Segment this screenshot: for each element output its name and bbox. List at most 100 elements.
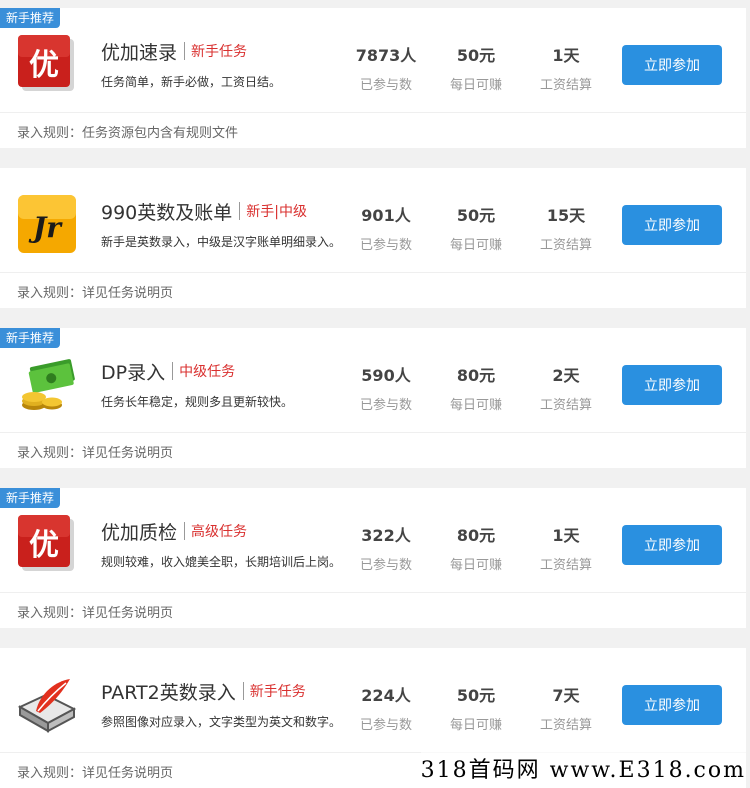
task-description: 参照图像对应录入，文字类型为英文和数字。 [101, 715, 342, 729]
join-button[interactable]: 立即参加 [622, 205, 722, 245]
task-level: 新手|中级 [246, 204, 307, 220]
task-card: 新手推荐 优 优加质检 高级任务 规则较难，收入媲美全职，长期培训后上岗。 32… [0, 488, 746, 628]
participants-label: 已参与数 [359, 718, 412, 733]
settlement-value: 1天 [552, 526, 580, 545]
participants-stat: 590人 已参与数 [341, 362, 431, 413]
daily-earnings-label: 每日可赚 [449, 398, 502, 413]
participants-value: 224人 [361, 686, 411, 705]
settlement-label: 工资结算 [539, 558, 592, 573]
task-name[interactable]: 990英数及账单 [101, 198, 232, 225]
title-divider [184, 522, 186, 540]
task-level: 高级任务 [191, 524, 248, 540]
task-card: 新手推荐 优 优加速录 新手任务 任务简单，新手必做，工资日结。 7873人 已… [0, 8, 746, 148]
daily-earnings-stat: 50元 每日可赚 [431, 202, 521, 253]
daily-earnings-stat: 50元 每日可赚 [431, 682, 521, 733]
money-coins-icon [16, 353, 78, 415]
participants-value: 7873人 [355, 46, 417, 65]
entry-rule: 录入规则：详见任务说明页 [17, 606, 174, 621]
task-description: 任务简单，新手必做，工资日结。 [101, 75, 282, 89]
task-info: 优加质检 高级任务 规则较难，收入媲美全职，长期培训后上岗。 [101, 518, 351, 570]
join-button[interactable]: 立即参加 [622, 685, 722, 725]
settlement-value: 7天 [552, 686, 580, 705]
entry-rule: 录入规则：详见任务说明页 [17, 766, 174, 781]
daily-earnings-label: 每日可赚 [449, 238, 502, 253]
join-button[interactable]: 立即参加 [622, 365, 722, 405]
task-card: Jr 990英数及账单 新手|中级 新手是英数录入，中级是汉字账单明细录入。 9… [0, 168, 746, 308]
daily-earnings-value: 50元 [456, 686, 496, 705]
svg-text:优: 优 [29, 528, 59, 563]
svg-text:Jr: Jr [28, 211, 63, 244]
task-description: 任务长年稳定，规则多且更新较快。 [101, 395, 294, 409]
participants-stat: 7873人 已参与数 [341, 42, 431, 93]
entry-rule: 录入规则：任务资源包内含有规则文件 [17, 126, 239, 141]
settlement-stat: 2天 工资结算 [521, 362, 611, 413]
task-description: 规则较难，收入媲美全职，长期培训后上岗。 [101, 555, 342, 569]
participants-stat: 901人 已参与数 [341, 202, 431, 253]
recommend-badge: 新手推荐 [0, 328, 61, 348]
task-card: 新手推荐 DP录入 中级任务 任务长年稳定，规则多且更新较快。 590人 已参与… [0, 328, 746, 468]
daily-earnings-value: 50元 [456, 206, 496, 225]
task-info: 优加速录 新手任务 任务简单，新手必做，工资日结。 [101, 38, 351, 90]
daily-earnings-label: 每日可赚 [449, 718, 502, 733]
participants-label: 已参与数 [359, 78, 412, 93]
card-divider [0, 432, 746, 433]
settlement-stat: 7天 工资结算 [521, 682, 611, 733]
settlement-value: 2天 [552, 366, 580, 385]
daily-earnings-stat: 50元 每日可赚 [431, 42, 521, 93]
settlement-stat: 1天 工资结算 [521, 522, 611, 573]
participants-value: 322人 [361, 526, 411, 545]
youjia-red-logo-icon: 优 [16, 33, 78, 95]
settlement-value: 1天 [552, 46, 580, 65]
recommend-badge: 新手推荐 [0, 8, 61, 28]
task-info: 990英数及账单 新手|中级 新手是英数录入，中级是汉字账单明细录入。 [101, 198, 351, 250]
site-watermark: 318首码网 www.E318.com [420, 752, 746, 784]
task-name[interactable]: DP录入 [101, 358, 165, 385]
participants-stat: 224人 已参与数 [341, 682, 431, 733]
youjia-red-logo-icon: 优 [16, 513, 78, 575]
join-button[interactable]: 立即参加 [622, 45, 722, 85]
task-level: 中级任务 [179, 364, 236, 380]
settlement-label: 工资结算 [539, 78, 592, 93]
daily-earnings-stat: 80元 每日可赚 [431, 362, 521, 413]
task-level: 新手任务 [191, 44, 248, 60]
daily-earnings-label: 每日可赚 [449, 78, 502, 93]
card-divider [0, 272, 746, 273]
daily-earnings-value: 50元 [456, 46, 496, 65]
participants-stat: 322人 已参与数 [341, 522, 431, 573]
quill-disk-icon [16, 673, 78, 735]
title-divider [242, 682, 244, 700]
jr-yellow-logo-icon: Jr [16, 193, 78, 255]
settlement-value: 15天 [546, 206, 586, 225]
join-button[interactable]: 立即参加 [622, 525, 722, 565]
task-name[interactable]: PART2英数录入 [101, 678, 236, 705]
title-divider [239, 202, 241, 220]
svg-text:优: 优 [29, 48, 59, 83]
participants-label: 已参与数 [359, 558, 412, 573]
recommend-badge: 新手推荐 [0, 488, 61, 508]
daily-earnings-stat: 80元 每日可赚 [431, 522, 521, 573]
entry-rule: 录入规则：详见任务说明页 [17, 286, 174, 301]
entry-rule: 录入规则：详见任务说明页 [17, 446, 174, 461]
task-info: DP录入 中级任务 任务长年稳定，规则多且更新较快。 [101, 358, 351, 410]
participants-label: 已参与数 [359, 398, 412, 413]
task-description: 新手是英数录入，中级是汉字账单明细录入。 [101, 235, 342, 249]
settlement-label: 工资结算 [539, 718, 592, 733]
title-divider [184, 42, 186, 60]
task-name[interactable]: 优加速录 [101, 38, 177, 65]
participants-label: 已参与数 [359, 238, 412, 253]
daily-earnings-value: 80元 [456, 526, 496, 545]
participants-value: 901人 [361, 206, 411, 225]
settlement-stat: 15天 工资结算 [521, 202, 611, 253]
title-divider [172, 362, 174, 380]
task-level: 新手任务 [249, 684, 306, 700]
settlement-stat: 1天 工资结算 [521, 42, 611, 93]
daily-earnings-label: 每日可赚 [449, 558, 502, 573]
task-info: PART2英数录入 新手任务 参照图像对应录入，文字类型为英文和数字。 [101, 678, 351, 730]
task-name[interactable]: 优加质检 [101, 518, 177, 545]
settlement-label: 工资结算 [539, 238, 592, 253]
daily-earnings-value: 80元 [456, 366, 496, 385]
participants-value: 590人 [361, 366, 411, 385]
settlement-label: 工资结算 [539, 398, 592, 413]
card-divider [0, 592, 746, 593]
card-divider [0, 112, 746, 113]
